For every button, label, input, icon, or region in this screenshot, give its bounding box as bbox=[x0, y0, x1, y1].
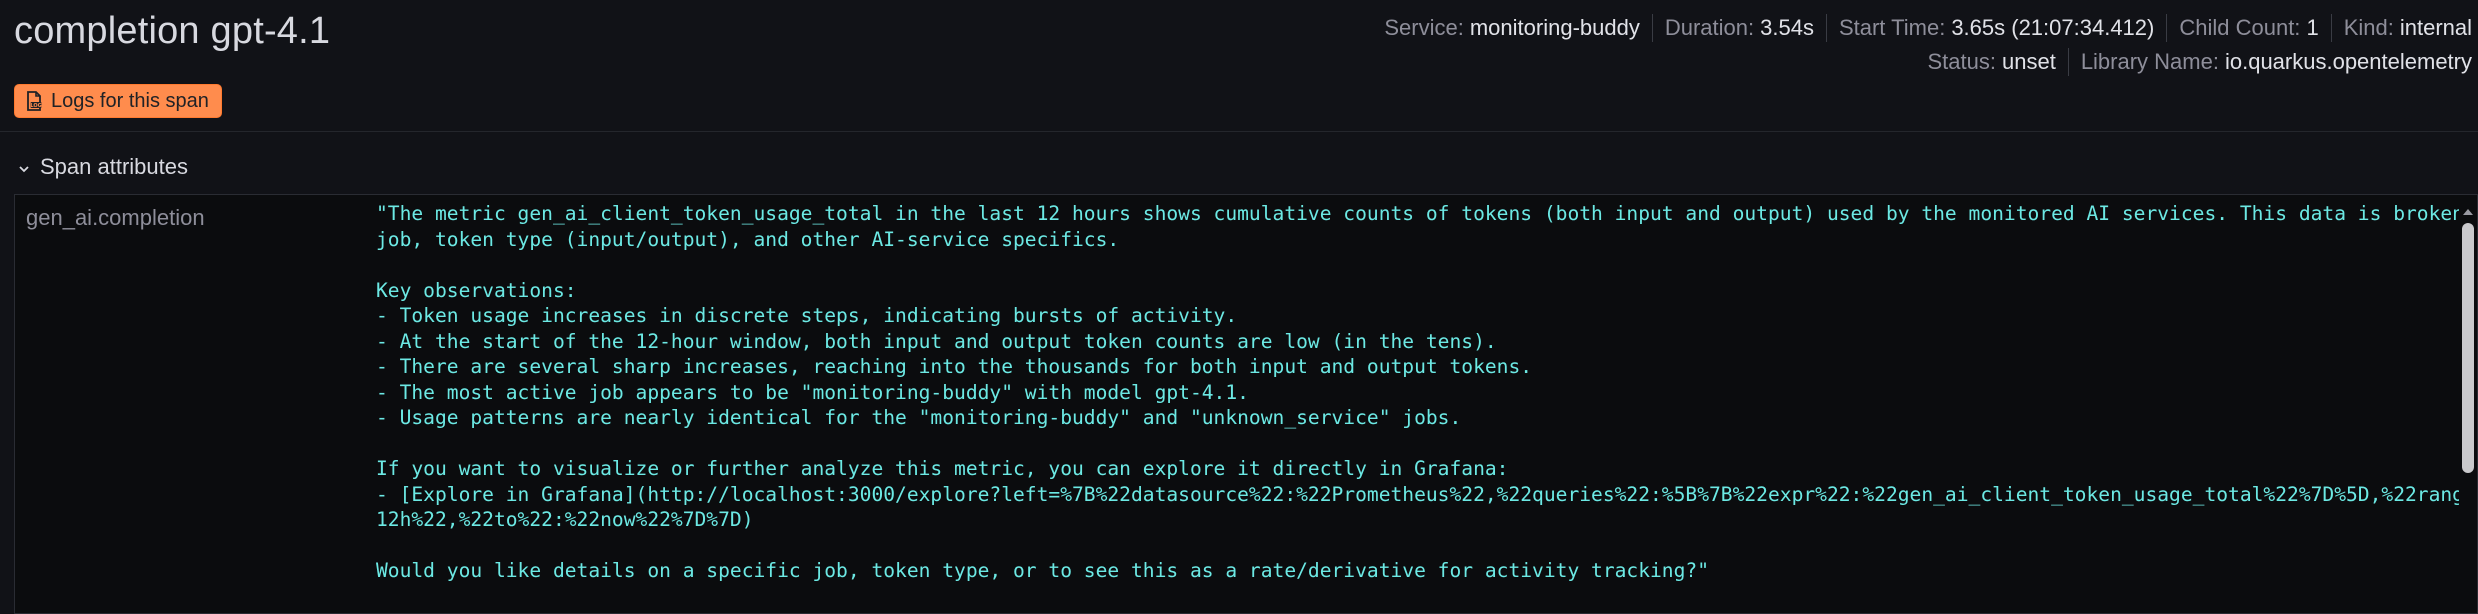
meta-value: monitoring-buddy bbox=[1470, 15, 1640, 41]
scroll-up-arrow-icon[interactable] bbox=[2463, 209, 2473, 215]
meta-library-name: Library Name:io.quarkus.opentelemetry bbox=[2068, 48, 2478, 76]
value-line: Would you like details on a specific job… bbox=[376, 558, 2459, 584]
meta-value: 3.54s bbox=[1760, 15, 1814, 41]
value-line bbox=[376, 533, 2459, 559]
span-metadata-row-2: Status:unset Library Name:io.quarkus.ope… bbox=[1916, 48, 2478, 76]
meta-label: Start Time: bbox=[1839, 15, 1945, 41]
meta-start-time: Start Time:3.65s (21:07:34.412) bbox=[1826, 14, 2166, 42]
meta-label: Status: bbox=[1928, 49, 1996, 75]
span-attributes-toggle[interactable]: Span attributes bbox=[18, 154, 188, 180]
meta-value: io.quarkus.opentelemetry bbox=[2225, 49, 2472, 75]
meta-label: Duration: bbox=[1665, 15, 1754, 41]
attribute-key: gen_ai.completion bbox=[26, 205, 205, 231]
meta-child-count: Child Count:1 bbox=[2166, 14, 2330, 42]
svg-text:LOG: LOG bbox=[30, 103, 41, 109]
header-divider bbox=[0, 131, 2478, 132]
span-metadata-row-1: Service:monitoring-buddy Duration:3.54s … bbox=[1372, 14, 2478, 42]
value-line: - The most active job appears to be "mon… bbox=[376, 380, 2459, 406]
value-line: 12h%22,%22to%22:%22now%22%7D%7D) bbox=[376, 507, 2459, 533]
value-line: - There are several sharp increases, rea… bbox=[376, 354, 2459, 380]
meta-label: Service: bbox=[1384, 15, 1463, 41]
logs-icon: LOG bbox=[25, 91, 43, 111]
section-label: Span attributes bbox=[40, 154, 188, 180]
meta-kind: Kind:internal bbox=[2331, 14, 2478, 42]
meta-value: unset bbox=[2002, 49, 2056, 75]
meta-duration: Duration:3.54s bbox=[1652, 14, 1826, 42]
value-line: "The metric gen_ai_client_token_usage_to… bbox=[376, 201, 2459, 227]
meta-label: Library Name: bbox=[2081, 49, 2219, 75]
value-line: If you want to visualize or further anal… bbox=[376, 456, 2459, 482]
value-line: job, token type (input/output), and othe… bbox=[376, 227, 2459, 253]
value-line: - At the start of the 12-hour window, bo… bbox=[376, 329, 2459, 355]
value-line: - [Explore in Grafana](http://localhost:… bbox=[376, 482, 2459, 508]
meta-label: Child Count: bbox=[2179, 15, 2300, 41]
meta-status: Status:unset bbox=[1916, 48, 2068, 76]
meta-label: Kind: bbox=[2344, 15, 2394, 41]
logs-for-span-button[interactable]: LOG Logs for this span bbox=[14, 84, 222, 118]
logs-button-label: Logs for this span bbox=[51, 90, 209, 113]
value-line bbox=[376, 431, 2459, 457]
span-title: completion gpt-4.1 bbox=[14, 10, 330, 53]
value-line: Key observations: bbox=[376, 278, 2459, 304]
value-line: - Usage patterns are nearly identical fo… bbox=[376, 405, 2459, 431]
chevron-down-icon bbox=[18, 154, 30, 180]
attribute-value[interactable]: "The metric gen_ai_client_token_usage_to… bbox=[376, 201, 2459, 584]
meta-value: internal bbox=[2400, 15, 2472, 41]
meta-service: Service: monitoring-buddy bbox=[1372, 14, 1651, 42]
meta-value: 3.65s (21:07:34.412) bbox=[1951, 15, 2154, 41]
vertical-scrollbar[interactable] bbox=[2461, 209, 2475, 613]
value-line bbox=[376, 252, 2459, 278]
span-attributes-panel: gen_ai.completion "The metric gen_ai_cli… bbox=[14, 194, 2478, 614]
meta-value: 1 bbox=[2306, 15, 2318, 41]
scrollbar-thumb[interactable] bbox=[2462, 223, 2474, 473]
value-line: - Token usage increases in discrete step… bbox=[376, 303, 2459, 329]
